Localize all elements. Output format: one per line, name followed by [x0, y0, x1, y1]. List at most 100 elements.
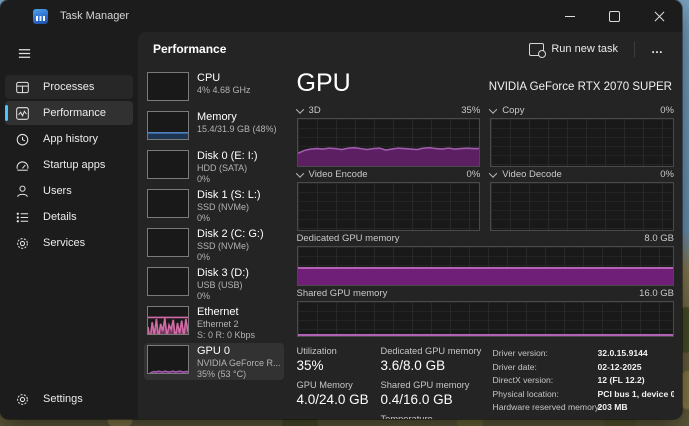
performance-resource-list: CPU 4% 4.68 GHz Memory 15.4/31.9 GB (48%…	[138, 66, 287, 419]
sidebar-item-processes[interactable]: Processes	[5, 75, 133, 99]
disk1-mini-chart	[147, 189, 189, 218]
chevron-down-icon[interactable]	[295, 105, 303, 113]
memory-chart-scale: 8.0 GB	[644, 233, 674, 244]
minimize-button[interactable]	[547, 0, 592, 32]
engine-label: 3D	[309, 105, 321, 116]
chart-dedicated-memory: Dedicated GPU memory 8.0 GB	[297, 231, 674, 286]
gpu-driver-details: Driver version: 32.0.15.9144 Driver date…	[493, 344, 674, 419]
gpu-mini-chart	[147, 345, 189, 374]
shared-memory-chart	[297, 301, 674, 337]
sidebar-item-label: Details	[43, 211, 77, 223]
engine-value: 0%	[660, 169, 674, 180]
perf-item-name: CPU	[197, 72, 251, 85]
stat-label: Shared GPU memory	[381, 380, 493, 390]
engine-label: Video Encode	[309, 169, 368, 180]
perf-item-name: Disk 2 (C: G:)	[197, 228, 264, 241]
stat-value: 3.6/8.0 GB	[381, 358, 493, 373]
engine-value: 0%	[467, 169, 481, 180]
stat-label: Utilization	[297, 346, 381, 356]
header-actions: Run new task …	[519, 38, 674, 61]
perf-item-sub: 0%	[197, 252, 264, 263]
detail-label: Physical location:	[493, 389, 592, 399]
sidebar-item-startup-apps[interactable]: Startup apps	[5, 153, 133, 177]
perf-item-name: Disk 3 (D:)	[197, 267, 249, 280]
perf-item-gpu0[interactable]: GPU 0 NVIDIA GeForce R... 35% (53 °C)	[144, 343, 284, 380]
perf-item-name: GPU 0	[197, 345, 281, 358]
detail-label: Hardware reserved memory:	[493, 402, 592, 412]
memory-mini-chart	[147, 111, 189, 140]
detail-value: PCI bus 1, device 0, function 0	[598, 389, 674, 399]
perf-item-disk2[interactable]: Disk 2 (C: G:) SSD (NVMe) 0%	[144, 226, 284, 263]
sidebar-item-app-history[interactable]: App history	[5, 127, 133, 151]
titlebar[interactable]: Task Manager	[0, 0, 682, 32]
perf-item-sub: S: 0 R: 0 Kbps	[197, 330, 255, 341]
perf-item-sub: 0%	[197, 213, 261, 224]
perf-item-sub: 4% 4.68 GHz	[197, 85, 251, 96]
perf-item-name: Memory	[197, 111, 277, 124]
new-task-icon	[529, 43, 544, 56]
sidebar-item-label: Settings	[43, 393, 83, 405]
task-manager-window: Task Manager Processes	[0, 0, 682, 419]
engine-value: 0%	[660, 105, 674, 116]
chevron-down-icon[interactable]	[295, 169, 303, 177]
sidebar-item-services[interactable]: Services	[5, 231, 133, 255]
memory-chart-label: Dedicated GPU memory	[297, 233, 400, 244]
maximize-button[interactable]	[592, 0, 637, 32]
gpu-detail-panel: GPU NVIDIA GeForce RTX 2070 SUPER 3D 35%	[287, 66, 682, 419]
disk2-mini-chart	[147, 228, 189, 257]
run-new-task-button[interactable]: Run new task	[519, 38, 628, 61]
detail-value: 02-12-2025	[598, 362, 674, 372]
sidebar: Processes Performance App history Startu…	[0, 32, 138, 419]
perf-item-name: Disk 0 (E: I:)	[197, 150, 258, 163]
content-header: Performance Run new task …	[138, 32, 682, 66]
sidebar-item-users[interactable]: Users	[5, 179, 133, 203]
stat-label: Dedicated GPU memory	[381, 346, 493, 356]
perf-item-disk3[interactable]: Disk 3 (D:) USB (USB) 0%	[144, 265, 284, 302]
perf-item-sub: 35% (53 °C)	[197, 369, 281, 380]
engine-value: 35%	[461, 105, 480, 116]
list-icon	[15, 210, 30, 225]
gear-icon	[15, 392, 30, 407]
detail-value: 32.0.15.9144	[598, 348, 674, 358]
perf-item-cpu[interactable]: CPU 4% 4.68 GHz	[144, 70, 284, 107]
sidebar-item-label: Users	[43, 185, 72, 197]
performance-icon	[15, 106, 30, 121]
task-manager-app-icon	[33, 9, 48, 24]
sidebar-item-label: Processes	[43, 81, 94, 93]
sidebar-item-label: App history	[43, 133, 98, 145]
perf-item-disk1[interactable]: Disk 1 (S: L:) SSD (NVMe) 0%	[144, 187, 284, 224]
perf-item-disk0[interactable]: Disk 0 (E: I:) HDD (SATA) 0%	[144, 148, 284, 185]
window-title: Task Manager	[60, 10, 129, 22]
more-options-button[interactable]: …	[641, 38, 674, 60]
perf-item-sub: 0%	[197, 174, 258, 185]
chevron-down-icon[interactable]	[489, 169, 497, 177]
perf-item-sub: NVIDIA GeForce R...	[197, 358, 281, 369]
navigation-menu-button[interactable]	[6, 38, 42, 68]
chevron-down-icon[interactable]	[489, 105, 497, 113]
chart-copy: Copy 0%	[490, 103, 674, 167]
run-new-task-label: Run new task	[551, 43, 618, 55]
perf-item-sub: 0%	[197, 291, 249, 302]
chart-shared-memory: Shared GPU memory 16.0 GB	[297, 286, 674, 337]
copy-usage-chart	[490, 118, 674, 167]
sidebar-item-settings[interactable]: Settings	[5, 387, 133, 411]
gpu-adapter-name: NVIDIA GeForce RTX 2070 SUPER	[489, 81, 672, 96]
perf-item-sub: SSD (NVMe)	[197, 241, 264, 252]
perf-item-memory[interactable]: Memory 15.4/31.9 GB (48%)	[144, 109, 284, 146]
sidebar-item-details[interactable]: Details	[5, 205, 133, 229]
sidebar-item-label: Performance	[43, 107, 106, 119]
close-button[interactable]	[637, 0, 682, 32]
perf-item-sub: 15.4/31.9 GB (48%)	[197, 124, 277, 135]
processes-icon	[15, 80, 30, 95]
detail-value: 203 MB	[598, 402, 674, 412]
3d-usage-chart	[297, 118, 481, 167]
stat-value: 4.0/24.0 GB	[297, 392, 381, 407]
perf-item-ethernet[interactable]: Ethernet Ethernet 2 S: 0 R: 0 Kbps	[144, 304, 284, 341]
hamburger-icon	[17, 46, 32, 61]
detail-label: DirectX version:	[493, 375, 592, 385]
perf-item-sub: USB (USB)	[197, 280, 249, 291]
sidebar-item-performance[interactable]: Performance	[5, 101, 133, 125]
minimize-icon	[565, 16, 575, 17]
chart-video-decode: Video Decode 0%	[490, 167, 674, 231]
gpu-stats: Utilization 35% GPU Memory 4.0/24.0 GB D…	[297, 337, 674, 419]
